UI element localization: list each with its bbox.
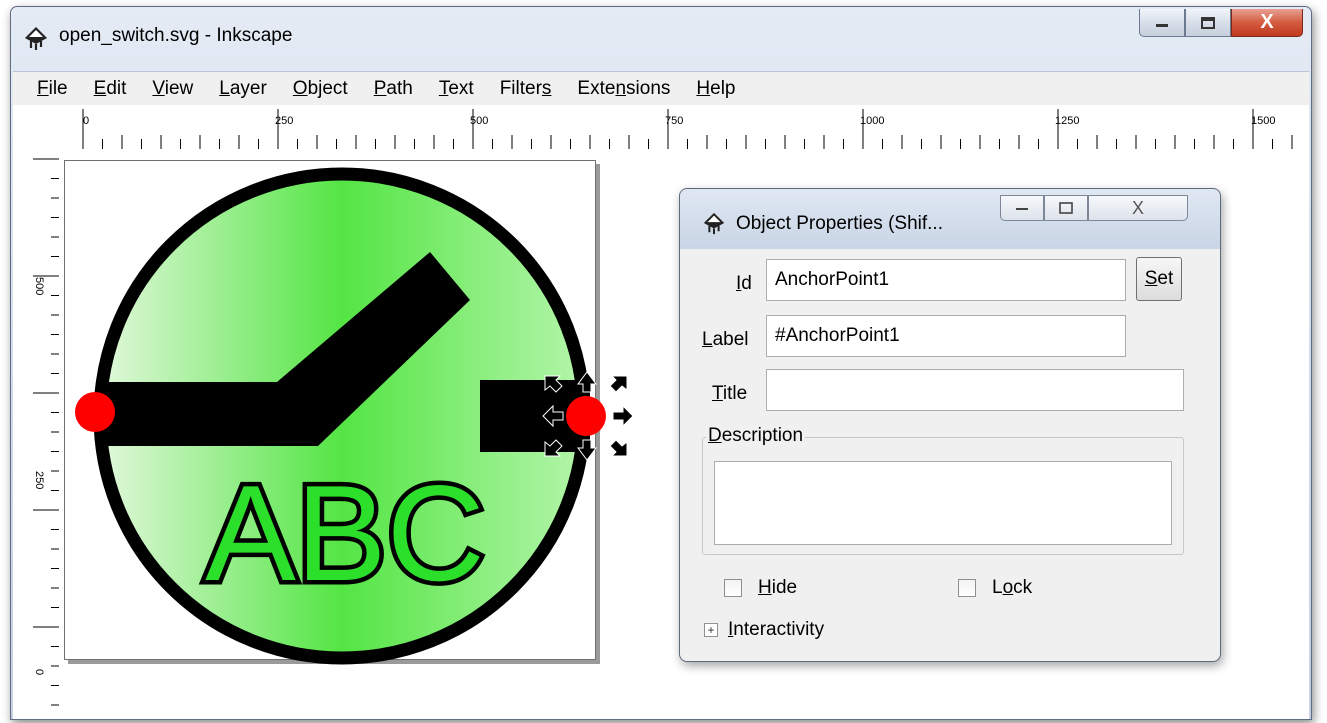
description-textarea[interactable] <box>714 461 1172 545</box>
anchor-point-right[interactable] <box>566 396 606 436</box>
dialog-title-bar[interactable]: Object Properties (Shif... X <box>680 189 1220 249</box>
dialog-title: Object Properties (Shif... <box>736 213 943 234</box>
title-label: Title <box>712 383 748 404</box>
minimize-icon <box>1016 208 1028 210</box>
id-label: Id <box>736 273 752 294</box>
interactivity-expander-icon[interactable]: + <box>704 623 718 637</box>
set-button[interactable]: Set <box>1136 257 1182 301</box>
hide-label[interactable]: Hide <box>758 577 797 599</box>
label-input[interactable] <box>766 315 1126 357</box>
hide-checkbox[interactable] <box>724 579 742 597</box>
title-input[interactable] <box>766 369 1184 411</box>
anchor-point-left[interactable] <box>75 392 115 432</box>
lock-label[interactable]: Lock <box>992 577 1032 599</box>
object-properties-dialog: Object Properties (Shif... X Id Set Labe… <box>679 188 1221 662</box>
dialog-maximize-button[interactable] <box>1044 195 1088 221</box>
switch-label-text[interactable]: ABC <box>201 453 490 614</box>
label-label: Label <box>702 329 749 350</box>
dialog-window-controls: X <box>1000 195 1188 221</box>
description-label: Description <box>706 425 806 447</box>
lock-checkbox[interactable] <box>958 579 976 597</box>
maximize-icon <box>1059 202 1073 214</box>
inkscape-logo-icon <box>703 212 725 235</box>
id-input[interactable] <box>766 259 1126 301</box>
dialog-minimize-button[interactable] <box>1000 195 1044 221</box>
dialog-close-button[interactable]: X <box>1088 195 1188 221</box>
interactivity-label[interactable]: Interactivity <box>728 619 824 641</box>
close-icon: X <box>1131 197 1144 218</box>
